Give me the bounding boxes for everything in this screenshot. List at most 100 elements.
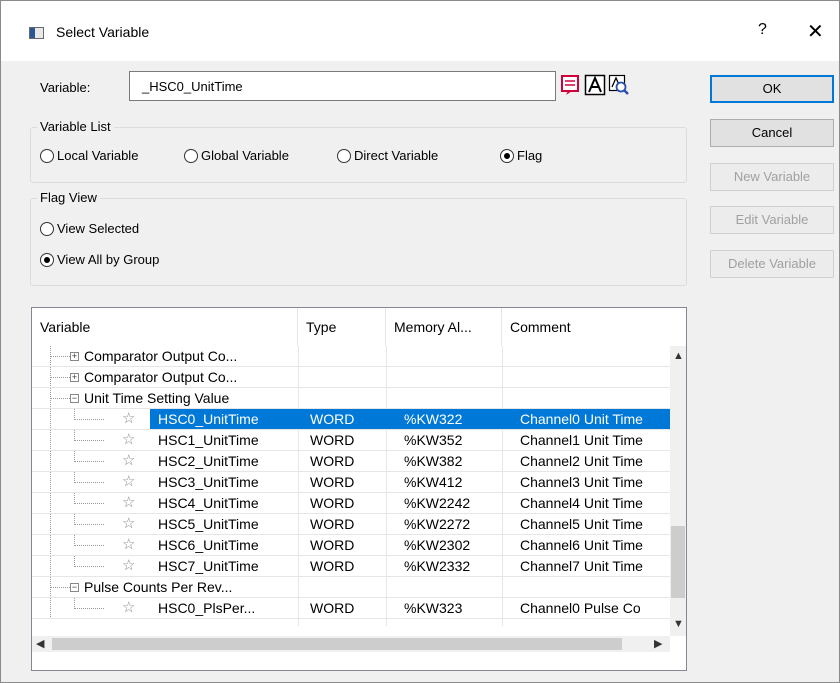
star-icon[interactable]: ☆ — [122, 599, 135, 617]
radio-circle — [500, 148, 514, 163]
variable-name-cell: HSC6_UnitTime — [158, 537, 259, 553]
tree-group-row[interactable]: − Unit Time Setting Value — [32, 388, 670, 409]
type-cell: WORD — [310, 474, 355, 490]
radio-label: View Selected — [57, 221, 140, 236]
tree-line — [74, 608, 104, 609]
table-row[interactable]: ☆ HSC0_PlsPer... WORD %KW323 Channel0 Pulse … — [32, 598, 670, 619]
variable-name-cell: HSC7_UnitTime — [158, 558, 259, 574]
horizontal-scroll-thumb[interactable] — [52, 638, 622, 650]
variable-list-view[interactable]: Variable Type Memory Al... Comment + Comp… — [31, 307, 687, 671]
search-icon[interactable] — [608, 74, 630, 96]
ok-button[interactable]: OK — [710, 75, 834, 103]
delete-variable-button[interactable]: Delete Variable — [710, 250, 834, 278]
memory-cell: %KW2242 — [404, 495, 471, 511]
table-row[interactable]: ☆ HSC1_UnitTime WORD %KW352 Channel1 Unit Ti… — [32, 430, 670, 451]
tree-line — [74, 419, 104, 420]
column-header-variable[interactable]: Variable — [32, 308, 298, 346]
star-icon[interactable]: ☆ — [122, 515, 135, 533]
tree-line — [50, 598, 51, 619]
collapse-icon[interactable]: − — [70, 394, 79, 403]
tree-line — [74, 524, 104, 525]
variable-list-title: Variable List — [37, 119, 114, 134]
comment-cell: Channel0 Unit Time — [520, 411, 643, 427]
scroll-left-icon[interactable]: ◀ — [36, 637, 44, 650]
tree-line — [50, 409, 51, 430]
row-divider — [32, 618, 670, 619]
star-icon[interactable]: ☆ — [122, 536, 135, 554]
expand-icon[interactable]: + — [70, 373, 79, 382]
star-icon[interactable]: ☆ — [122, 473, 135, 491]
star-icon[interactable]: ☆ — [122, 410, 135, 428]
horizontal-scrollbar[interactable]: ◀ ▶ — [32, 636, 670, 652]
memory-cell: %KW2302 — [404, 537, 471, 553]
memory-cell: %KW382 — [404, 453, 463, 469]
group-label: Comparator Output Co... — [84, 369, 238, 385]
new-variable-button[interactable]: New Variable — [710, 163, 834, 191]
table-row[interactable]: ☆ HSC7_UnitTime WORD %KW2332 Channel7 Unit T… — [32, 556, 670, 577]
tree-line — [50, 514, 51, 535]
radio-direct-variable[interactable]: Direct Variable — [337, 148, 438, 163]
table-row[interactable]: ☆ HSC4_UnitTime WORD %KW2242 Channel4 Unit T… — [32, 493, 670, 514]
star-icon[interactable]: ☆ — [122, 494, 135, 512]
memory-cell: %KW323 — [404, 600, 463, 616]
text-a-icon[interactable] — [584, 74, 606, 96]
type-cell: WORD — [310, 411, 355, 427]
radio-view-all-by-group[interactable]: View All by Group — [40, 252, 159, 267]
type-cell: WORD — [310, 537, 355, 553]
radio-circle — [40, 148, 54, 163]
variable-name-cell: HSC5_UnitTime — [158, 516, 259, 532]
list-icon[interactable] — [560, 74, 582, 96]
cancel-button[interactable]: Cancel — [710, 119, 834, 147]
tree-line — [50, 535, 51, 556]
table-row[interactable]: ☆ HSC6_UnitTime WORD %KW2302 Channel6 Unit T… — [32, 535, 670, 556]
tree-group-row[interactable]: − Pulse Counts Per Rev... — [32, 577, 670, 598]
vertical-scrollbar[interactable]: ▲ ▼ — [670, 346, 686, 636]
variable-name-cell: HSC1_UnitTime — [158, 432, 259, 448]
radio-view-selected[interactable]: View Selected — [40, 221, 139, 236]
collapse-icon[interactable]: − — [70, 583, 79, 592]
star-icon[interactable]: ☆ — [122, 431, 135, 449]
column-header-comment[interactable]: Comment — [502, 308, 670, 346]
star-icon[interactable]: ☆ — [122, 452, 135, 470]
comment-cell: Channel1 Unit Time — [520, 432, 643, 448]
radio-global-variable[interactable]: Global Variable — [184, 148, 289, 163]
radio-label: Global Variable — [201, 148, 289, 163]
close-button[interactable]: ✕ — [807, 19, 824, 44]
table-row[interactable]: ☆ HSC3_UnitTime WORD %KW412 Channel3 Unit Ti… — [32, 472, 670, 493]
radio-flag[interactable]: Flag — [500, 148, 542, 163]
scroll-right-icon[interactable]: ▶ — [654, 637, 662, 650]
comment-cell: Channel2 Unit Time — [520, 453, 643, 469]
table-row[interactable]: ☆ HSC2_UnitTime WORD %KW382 Channel2 Unit Ti… — [32, 451, 670, 472]
tree-group-row[interactable]: + Comparator Output Co... — [32, 367, 670, 388]
edit-variable-button[interactable]: Edit Variable — [710, 206, 834, 234]
radio-circle — [184, 148, 198, 163]
radio-circle — [337, 148, 351, 163]
scroll-down-icon[interactable]: ▼ — [673, 618, 684, 630]
table-row[interactable]: ☆ HSC5_UnitTime WORD %KW2272 Channel5 Unit T… — [32, 514, 670, 535]
memory-cell: %KW412 — [404, 474, 463, 490]
memory-cell: %KW2272 — [404, 516, 471, 532]
star-icon[interactable]: ☆ — [122, 557, 135, 575]
radio-local-variable[interactable]: Local Variable — [40, 148, 138, 163]
tree-line — [74, 545, 104, 546]
type-cell: WORD — [310, 453, 355, 469]
type-cell: WORD — [310, 495, 355, 511]
vertical-scroll-thumb[interactable] — [671, 526, 685, 598]
memory-cell: %KW322 — [404, 411, 463, 427]
group-label: Comparator Output Co... — [84, 348, 238, 364]
scroll-up-icon[interactable]: ▲ — [673, 350, 684, 362]
tree-group-row[interactable]: + Comparator Output Co... — [32, 346, 670, 367]
comment-cell: Channel0 Pulse Co — [520, 600, 641, 616]
help-button[interactable]: ? — [758, 21, 767, 39]
column-header-type[interactable]: Type — [298, 308, 386, 346]
variable-input[interactable]: _HSC0_UnitTime — [129, 71, 556, 101]
flag-view-group: Flag View — [30, 190, 687, 286]
tree-line — [50, 430, 51, 451]
type-cell: WORD — [310, 558, 355, 574]
memory-cell: %KW2332 — [404, 558, 471, 574]
flag-view-title: Flag View — [37, 190, 100, 205]
type-cell: WORD — [310, 432, 355, 448]
table-row[interactable]: ☆ HSC0_UnitTime WORD %KW322 Channel0 Unit Ti… — [32, 409, 670, 430]
expand-icon[interactable]: + — [70, 352, 79, 361]
column-header-memory[interactable]: Memory Al... — [386, 308, 502, 346]
